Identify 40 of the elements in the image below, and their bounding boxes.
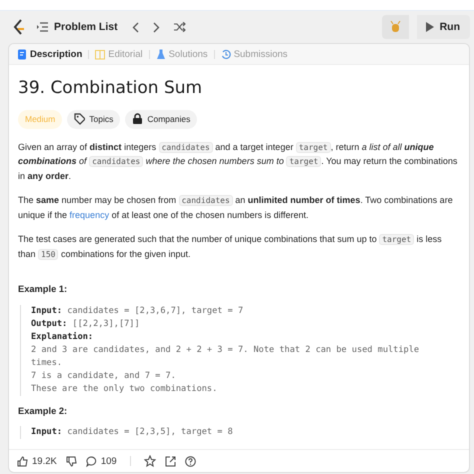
comment-icon	[86, 456, 97, 466]
star-icon	[144, 455, 156, 467]
description-paragraph: The same number may be chosen from candidates an unlimited number of times. Two combinations are unique if the frequency of at least one of the chosen numbers is different.	[18, 194, 454, 222]
chevron-left-icon	[132, 22, 139, 32]
thumbs-down-icon	[66, 456, 77, 466]
logo-icon	[12, 19, 26, 35]
lock-icon	[132, 113, 144, 126]
comments-button[interactable]: 109	[86, 456, 117, 466]
example-block: Input: candidates = [2,3,6,7], target = 7 Output: [[2,2,3],[7]] Explanation: 2 and 3 are candidates, and 2 + 2 + 3 = 7. Note that 2 can be used multiple times. 7 is a candidate, and 7 = 7. These are the only two combinations.	[20, 304, 443, 396]
history-icon	[220, 48, 231, 60]
frequency-link[interactable]: frequency	[70, 210, 110, 220]
book-icon	[95, 48, 106, 60]
thumbs-up-icon	[17, 456, 28, 466]
share-button[interactable]	[164, 456, 176, 466]
companies-button[interactable]: Companies	[125, 110, 198, 128]
problem-list-button[interactable]: Problem List	[34, 19, 121, 35]
tab[interactable]: Description	[15, 46, 84, 62]
example-block: Input: candidates = [2,3,5], target = 8	[20, 426, 443, 439]
tag-icon	[74, 113, 86, 126]
dislike-button[interactable]	[66, 456, 77, 466]
like-button[interactable]: 19.2K	[17, 456, 57, 466]
description-paragraph: Given an array of distinct integers candidates and a target integer target , return a list of all unique combinations of candidates where the chosen numbers sum to target . You may return the combinations in any order.	[18, 140, 458, 183]
problem-title: 39. Combination Sum	[18, 78, 204, 98]
chevron-right-icon	[152, 22, 160, 32]
share-icon	[164, 456, 176, 466]
shuffle-icon	[174, 22, 186, 32]
bug-icon	[390, 21, 401, 33]
description-paragraph: The test cases are generated such that the number of unique combinations that sum up to target is less than 150 combinations for the given input.	[18, 233, 443, 261]
play-icon	[424, 22, 434, 32]
example-heading: Example 2:	[18, 404, 68, 418]
list-icon	[37, 22, 48, 32]
difficulty-badge: Medium	[18, 110, 62, 128]
topics-button[interactable]: Topics	[67, 110, 120, 128]
help-icon	[184, 456, 196, 466]
document-icon	[17, 48, 27, 60]
favorite-button[interactable]	[144, 455, 156, 467]
flask-icon	[156, 48, 166, 60]
run-button[interactable]: Run	[416, 15, 470, 39]
example-heading: Example 1:	[18, 283, 68, 296]
help-button[interactable]	[184, 456, 196, 466]
